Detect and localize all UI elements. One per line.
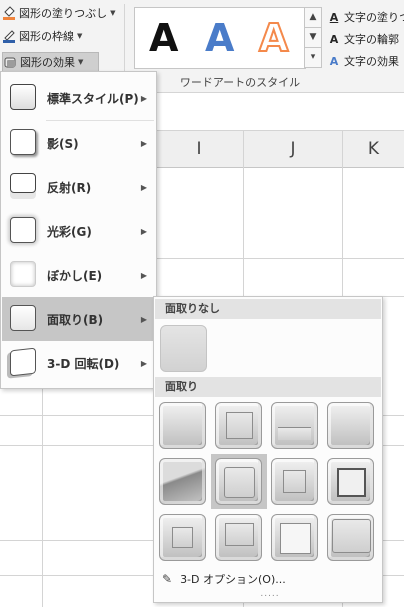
bevel-convex-option[interactable] xyxy=(271,458,318,505)
wordart-style-black[interactable]: A xyxy=(149,16,178,60)
bevel-inner-face xyxy=(337,468,366,497)
menu-item-glow[interactable]: 光彩(G) ▶ xyxy=(2,209,155,253)
bevel-header: 面取り xyxy=(155,377,381,397)
soft-edges-thumbnail xyxy=(10,261,36,287)
menu-item-label: ぼかし(E) xyxy=(47,268,103,283)
bevel-inner-face xyxy=(224,467,255,498)
menu-item-label: 反射(R) xyxy=(47,180,92,195)
menu-item-reflection[interactable]: 反射(R) ▶ xyxy=(2,165,155,209)
bevel-relaxed-inset-option[interactable] xyxy=(215,402,262,449)
bevel-inner-face xyxy=(225,523,254,546)
text-fill-button[interactable]: A 文字の塗りつぶ xyxy=(327,8,404,26)
bevel-inner-face xyxy=(332,519,371,553)
3d-options-menu-item[interactable]: ✎ 3-D オプション(O)... xyxy=(154,570,380,588)
submenu-arrow-icon: ▶ xyxy=(140,138,147,148)
grid-line xyxy=(42,387,43,607)
menu-item-label: 光彩(G) xyxy=(47,224,92,239)
outline-pen-icon xyxy=(2,29,16,43)
wordart-style-orange-outline[interactable]: A xyxy=(258,15,289,61)
submenu-arrow-icon: ▶ xyxy=(140,182,147,192)
menu-item-preset[interactable]: 標準スタイル(P) ▶ xyxy=(2,76,155,120)
menu-item-3d-rotation[interactable]: 3-D 回転(D) ▶ xyxy=(2,341,155,385)
bevel-cross-option[interactable] xyxy=(271,402,318,449)
text-effect-icon: A xyxy=(329,54,339,68)
bevel-inner-face xyxy=(226,412,253,439)
shape-fill-label: 図形の塗りつぶし xyxy=(19,7,108,20)
shape-fill-button[interactable]: 図形の塗りつぶし ▼ xyxy=(2,4,116,22)
3d-rotation-thumbnail xyxy=(10,347,36,377)
gallery-scroll-up-button[interactable]: ▲ xyxy=(304,7,322,28)
submenu-arrow-icon: ▶ xyxy=(140,270,147,280)
no-bevel-header: 面取りなし xyxy=(155,299,381,319)
shape-effect-label: 図形の効果 xyxy=(20,56,75,69)
shape-effect-icon xyxy=(3,55,17,69)
text-outline-label: 文字の輪郭 xyxy=(344,33,399,46)
text-fill-label: 文字の塗りつぶ xyxy=(344,11,404,24)
bevel-inner-face xyxy=(280,523,311,554)
shadow-thumbnail xyxy=(10,129,36,155)
wordart-style-blue[interactable]: A xyxy=(205,16,234,60)
shape-effects-menu: 標準スタイル(P) ▶ 影(S) ▶ 反射(R) ▶ 光彩(G) ▶ ぼかし(E… xyxy=(0,71,157,389)
menu-item-shadow[interactable]: 影(S) ▶ xyxy=(2,121,155,165)
gallery-scroll-down-button[interactable]: ▼ xyxy=(304,27,322,48)
text-outline-button[interactable]: A 文字の輪郭 xyxy=(327,30,399,48)
bevel-angle-option[interactable] xyxy=(159,458,206,505)
shape-effect-button[interactable]: 図形の効果 ▼ xyxy=(2,52,99,72)
paint-bucket-icon xyxy=(2,6,16,20)
submenu-arrow-icon: ▶ xyxy=(140,93,147,103)
chevron-down-icon: ▼ xyxy=(78,58,84,66)
group-label: ワードアートのスタイル xyxy=(179,76,301,89)
column-header-i[interactable]: I xyxy=(155,131,244,168)
submenu-arrow-icon: ▶ xyxy=(140,358,147,368)
gallery-expand-button[interactable]: ▾ xyxy=(304,47,322,68)
column-header-k[interactable]: K xyxy=(343,131,404,168)
glow-thumbnail xyxy=(10,217,36,243)
shape-outline-label: 図形の枠線 xyxy=(19,30,74,43)
menu-item-label: 3-D 回転(D) xyxy=(47,356,120,371)
submenu-arrow-icon: ▶ xyxy=(140,314,147,324)
text-effect-label: 文字の効果 xyxy=(344,55,399,68)
column-header-j[interactable]: J xyxy=(244,131,343,168)
text-effect-button[interactable]: A 文字の効果 xyxy=(327,52,399,70)
text-outline-icon: A xyxy=(329,32,339,46)
bevel-riblet-option[interactable] xyxy=(215,514,262,561)
grid-line xyxy=(155,258,404,259)
submenu-arrow-icon: ▶ xyxy=(140,226,147,236)
text-fill-icon: A xyxy=(329,10,339,24)
bevel-inner-face xyxy=(172,527,193,548)
reflection-thumbnail xyxy=(10,173,36,193)
menu-item-bevel[interactable]: 面取り(B) ▶ xyxy=(2,297,155,341)
menu-item-label: 影(S) xyxy=(47,136,79,151)
bevel-soft-round-option[interactable] xyxy=(215,458,262,505)
menu-item-label: 面取り(B) xyxy=(47,312,104,327)
chevron-down-icon: ▼ xyxy=(77,32,83,40)
bevel-thumbnail xyxy=(10,305,36,331)
bevel-art-deco-option[interactable] xyxy=(327,514,374,561)
bevel-slope-option[interactable] xyxy=(327,458,374,505)
preset-thumbnail xyxy=(10,84,36,110)
3d-options-label: 3-D オプション(O)... xyxy=(180,573,286,586)
bevel-inner-face xyxy=(283,470,306,493)
bevel-cool-slant-option[interactable] xyxy=(327,402,374,449)
wordart-styles-gallery[interactable]: A A A xyxy=(134,7,306,69)
bevel-hard-edge-option[interactable] xyxy=(271,514,318,561)
chevron-down-icon: ▼ xyxy=(110,9,116,17)
bevel-circle-option[interactable] xyxy=(159,402,206,449)
bevel-none-option[interactable] xyxy=(160,325,207,372)
shape-outline-button[interactable]: 図形の枠線 ▼ xyxy=(2,27,82,45)
menu-item-label: 標準スタイル(P) xyxy=(47,91,139,106)
resize-grip[interactable]: ..... xyxy=(255,589,285,599)
bevel-divot-option[interactable] xyxy=(159,514,206,561)
3d-options-icon: ✎ xyxy=(162,572,173,586)
bevel-inner-face xyxy=(278,427,311,440)
menu-item-soft-edges[interactable]: ぼかし(E) ▶ xyxy=(2,253,155,297)
